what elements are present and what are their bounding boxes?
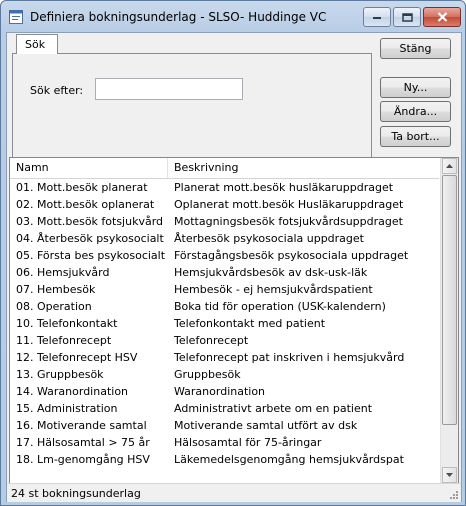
- list-item-name: 13. Gruppbesök: [16, 368, 104, 381]
- status-text: 24 st bokningsunderlag: [11, 487, 141, 500]
- search-input[interactable]: [95, 78, 243, 100]
- list-item[interactable]: 15. Administration Administrativt arbete …: [10, 400, 439, 417]
- list-item-description: Telefonrecept pat inskriven i hemsjukvår…: [174, 351, 405, 364]
- list-item-description: Förstagångsbesök psykosociala uppdraget: [174, 249, 409, 262]
- close-dialog-button[interactable]: Stäng: [380, 38, 451, 59]
- list-item[interactable]: 11. Telefonrecept Telefonrecept: [10, 332, 439, 349]
- column-header-description[interactable]: Beskrivning: [168, 158, 439, 178]
- list-item-name: 10. Telefonkontakt: [16, 317, 118, 330]
- column-header-name[interactable]: Namn: [10, 158, 168, 178]
- resize-grip-icon[interactable]: [449, 490, 459, 500]
- list-item-name: 11. Telefonrecept: [16, 334, 112, 347]
- list-item-name: 08. Operation: [16, 300, 92, 313]
- status-bar: 24 st bokningsunderlag: [7, 483, 461, 502]
- scroll-up-button[interactable]: [442, 158, 457, 174]
- list-item-description: Hälsosamtal för 75-åringar: [174, 436, 322, 449]
- list-item-name: 07. Hembesök: [16, 283, 96, 296]
- list-item-name: 17. Hälsosamtal > 75 år: [16, 436, 150, 449]
- list-item[interactable]: 17. Hälsosamtal > 75 år Hälsosamtal för 7…: [10, 434, 439, 451]
- minimize-icon: [373, 17, 381, 19]
- dialog-window: Definiera bokningsunderlag - SLSO- Huddi…: [0, 0, 466, 506]
- scroll-down-button[interactable]: [442, 467, 457, 483]
- list-item[interactable]: 13. Gruppbesök Gruppbesök: [10, 366, 439, 383]
- list-item-name: 05. Första bes psykosocialt: [16, 249, 166, 262]
- list-item-description: Mottagningsbesök fotsjukvårdsuppdraget: [174, 215, 403, 228]
- list-item-name: 02. Mott.besök oplanerat: [16, 198, 155, 211]
- delete-button[interactable]: Ta bort...: [380, 126, 451, 147]
- minimize-button[interactable]: [363, 7, 391, 27]
- list-item-description: Administrativt arbete om en patient: [174, 402, 373, 415]
- list-rows: 01. Mott.besök planerat Planerat mott.bes…: [10, 179, 439, 483]
- list-item-name: 04. Återbesök psykosocialt: [16, 232, 164, 245]
- list-item-description: Läkemedelsgenomgång hemsjukvårdspat: [174, 453, 404, 466]
- list-item-name: 01. Mott.besök planerat: [16, 181, 148, 194]
- list-item[interactable]: 02. Mott.besök oplanerat Oplanerat mott.b…: [10, 196, 439, 213]
- booking-list[interactable]: Namn Beskrivning 01. Mott.besök planerat…: [9, 157, 459, 484]
- new-button[interactable]: Ny...: [380, 77, 451, 98]
- list-item[interactable]: 16. Motiverande samtal Motiverande samtal…: [10, 417, 439, 434]
- list-item[interactable]: 12. Telefonrecept HSV Telefonrecept pat i…: [10, 349, 439, 366]
- window-title: Definiera bokningsunderlag - SLSO- Huddi…: [30, 10, 327, 24]
- list-item[interactable]: 18. Lm-genomgång HSV Läkemedelsgenomgång …: [10, 451, 439, 468]
- arrow-down-icon: [446, 473, 453, 477]
- list-item-name: 15. Administration: [16, 402, 118, 415]
- list-item-description: Hembesök - ej hemsjukvårdspatient: [174, 283, 373, 296]
- list-item[interactable]: 06. Hemsjukvård Hemsjukvårdsbesök av dsk-…: [10, 264, 439, 281]
- title-bar[interactable]: Definiera bokningsunderlag - SLSO- Huddi…: [1, 1, 465, 33]
- list-item-description: Waranordination: [174, 385, 266, 398]
- list-item-name: 14. Waranordination: [16, 385, 129, 398]
- list-item-name: 12. Telefonrecept HSV: [16, 351, 138, 364]
- list-item[interactable]: 05. Första bes psykosocialt Förstagångsbe…: [10, 247, 439, 264]
- list-item-description: Gruppbesök: [174, 368, 241, 381]
- tab-search-label: Sök: [25, 38, 46, 51]
- scrollbar-thumb[interactable]: [442, 175, 457, 425]
- list-item-description: Oplanerat mott.besök Husläkaruppdraget: [174, 198, 404, 211]
- list-item[interactable]: 01. Mott.besök planerat Planerat mott.bes…: [10, 179, 439, 196]
- arrow-up-icon: [446, 164, 453, 168]
- list-item[interactable]: 08. Operation Boka tid för operation (USK…: [10, 298, 439, 315]
- window-close-button[interactable]: [423, 7, 461, 27]
- list-item-description: Hemsjukvårdsbesök av dsk-usk-läk: [174, 266, 368, 279]
- vertical-scrollbar[interactable]: [440, 158, 458, 483]
- close-icon: [437, 12, 447, 22]
- app-window-icon: [9, 10, 23, 24]
- list-item[interactable]: 07. Hembesök Hembesök - ej hemsjukvårdspa…: [10, 281, 439, 298]
- list-item-description: Återbesök psykosociala uppdraget: [174, 232, 364, 245]
- maximize-icon: [401, 12, 413, 22]
- list-item[interactable]: 03. Mott.besök fotsjukvård Mottagningsbes…: [10, 213, 439, 230]
- list-item-description: Planerat mott.besök husläkaruppdraget: [174, 181, 394, 194]
- list-item-description: Telefonrecept: [174, 334, 249, 347]
- search-panel: Sök efter:: [12, 53, 372, 158]
- list-item-description: Telefonkontakt med patient: [174, 317, 326, 330]
- tab-search[interactable]: Sök: [16, 34, 58, 54]
- list-item-name: 18. Lm-genomgång HSV: [16, 453, 150, 466]
- list-header: Namn Beskrivning: [10, 158, 439, 179]
- list-item-description: Motiverande samtal utfört av dsk: [174, 419, 358, 432]
- list-item-name: 16. Motiverande samtal: [16, 419, 147, 432]
- list-item-name: 06. Hemsjukvård: [16, 266, 110, 279]
- list-item[interactable]: 10. Telefonkontakt Telefonkontakt med pat…: [10, 315, 439, 332]
- dialog-client-area: Sök Sök efter: Stäng Ny... Ändra... Ta b…: [6, 32, 462, 502]
- search-field-label: Sök efter:: [30, 84, 84, 97]
- list-item[interactable]: 14. Waranordination Waranordination: [10, 383, 439, 400]
- list-item-name: 03. Mott.besök fotsjukvård: [16, 215, 164, 228]
- list-item[interactable]: 04. Återbesök psykosocialt Återbesök psyk…: [10, 230, 439, 247]
- edit-button[interactable]: Ändra...: [380, 101, 451, 122]
- maximize-button[interactable]: [393, 7, 421, 27]
- list-item-description: Boka tid för operation (USK-kalendern): [174, 300, 386, 313]
